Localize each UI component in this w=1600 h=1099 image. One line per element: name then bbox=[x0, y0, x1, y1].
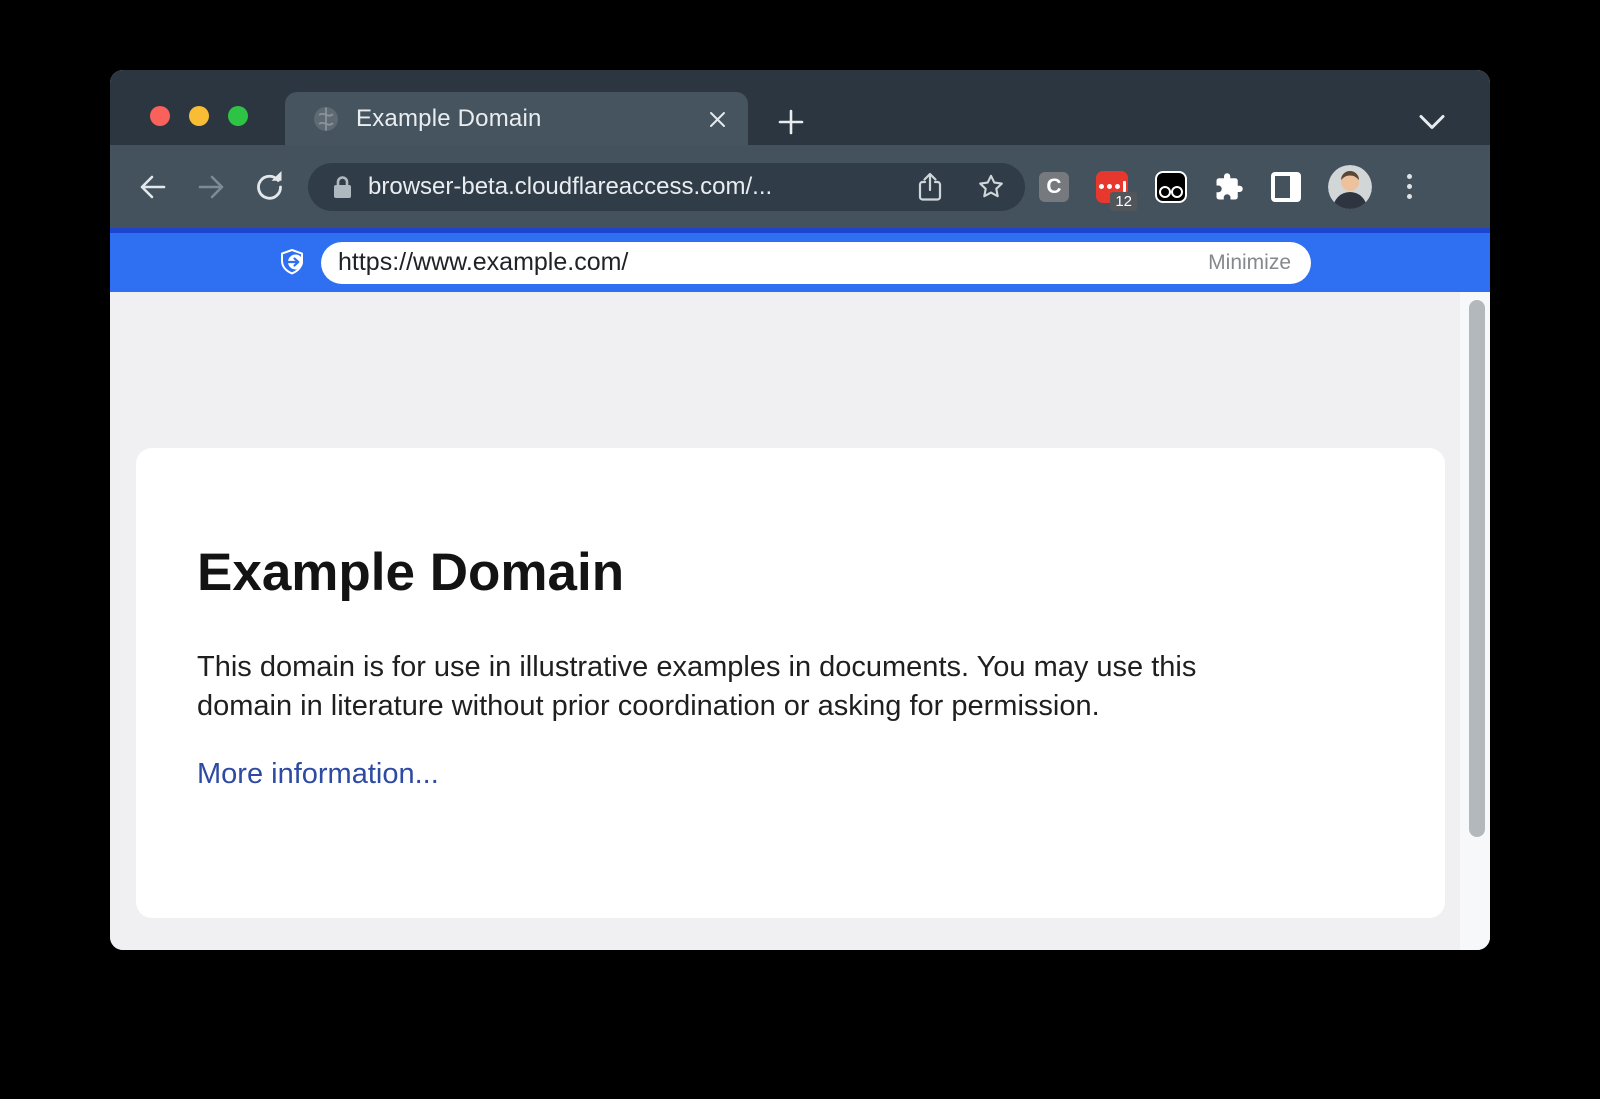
tab-strip: Example Domain bbox=[110, 70, 1490, 145]
page-title: Example Domain bbox=[197, 542, 1445, 603]
close-window-button[interactable] bbox=[150, 106, 170, 126]
remote-url-text: https://www.example.com/ bbox=[338, 248, 628, 277]
avatar-photo bbox=[1328, 165, 1372, 209]
lock-icon[interactable] bbox=[332, 175, 353, 199]
extension-c-icon[interactable]: C bbox=[1039, 172, 1069, 202]
scrollbar-thumb[interactable] bbox=[1469, 300, 1485, 837]
minimize-window-button[interactable] bbox=[189, 106, 209, 126]
extension-password-icon[interactable]: 12 bbox=[1096, 171, 1128, 203]
back-button[interactable] bbox=[136, 170, 170, 204]
share-icon[interactable] bbox=[916, 172, 944, 202]
example-domain-card: Example Domain This domain is for use in… bbox=[136, 448, 1445, 918]
shield-arrow-icon bbox=[280, 248, 307, 278]
bookmark-star-icon[interactable] bbox=[977, 173, 1005, 201]
browser-window: Example Domain browser-b bbox=[110, 70, 1490, 950]
traffic-lights bbox=[150, 106, 248, 126]
extensions-area: C 12 bbox=[1039, 165, 1419, 209]
minimize-button[interactable]: Minimize bbox=[1208, 251, 1291, 275]
remote-browser-bar: https://www.example.com/ Minimize bbox=[110, 228, 1490, 292]
tab-title: Example Domain bbox=[356, 105, 748, 133]
browser-tab[interactable]: Example Domain bbox=[285, 92, 748, 145]
fullscreen-window-button[interactable] bbox=[228, 106, 248, 126]
new-tab-button[interactable] bbox=[776, 107, 806, 137]
extension-goggles-icon[interactable] bbox=[1155, 171, 1187, 203]
ellipsis-dots-icon bbox=[1099, 181, 1126, 192]
browser-menu-icon[interactable] bbox=[1399, 172, 1419, 202]
remote-url-input[interactable]: https://www.example.com/ Minimize bbox=[321, 242, 1311, 284]
paragraph-line-2: domain in literature without prior coord… bbox=[197, 687, 1445, 726]
extension-badge: 12 bbox=[1110, 192, 1137, 211]
tab-close-icon[interactable] bbox=[709, 111, 726, 128]
omnibox-url-text: browser-beta.cloudflareaccess.com/... bbox=[368, 173, 916, 201]
page-content: Example Domain This domain is for use in… bbox=[110, 292, 1490, 950]
browser-toolbar: browser-beta.cloudflareaccess.com/... C … bbox=[110, 145, 1490, 228]
more-information-link[interactable]: More information... bbox=[197, 758, 439, 791]
omnibox[interactable]: browser-beta.cloudflareaccess.com/... bbox=[308, 163, 1025, 211]
extension-c-label: C bbox=[1046, 175, 1061, 199]
page-paragraph: This domain is for use in illustrative e… bbox=[197, 648, 1445, 725]
globe-favicon-icon bbox=[313, 106, 339, 132]
chevron-down-icon[interactable] bbox=[1418, 114, 1446, 130]
forward-button[interactable] bbox=[194, 170, 228, 204]
paragraph-line-1: This domain is for use in illustrative e… bbox=[197, 648, 1445, 687]
side-panel-icon[interactable] bbox=[1271, 172, 1301, 202]
profile-avatar[interactable] bbox=[1328, 165, 1372, 209]
reload-button[interactable] bbox=[252, 170, 286, 204]
extensions-puzzle-icon[interactable] bbox=[1214, 172, 1244, 202]
